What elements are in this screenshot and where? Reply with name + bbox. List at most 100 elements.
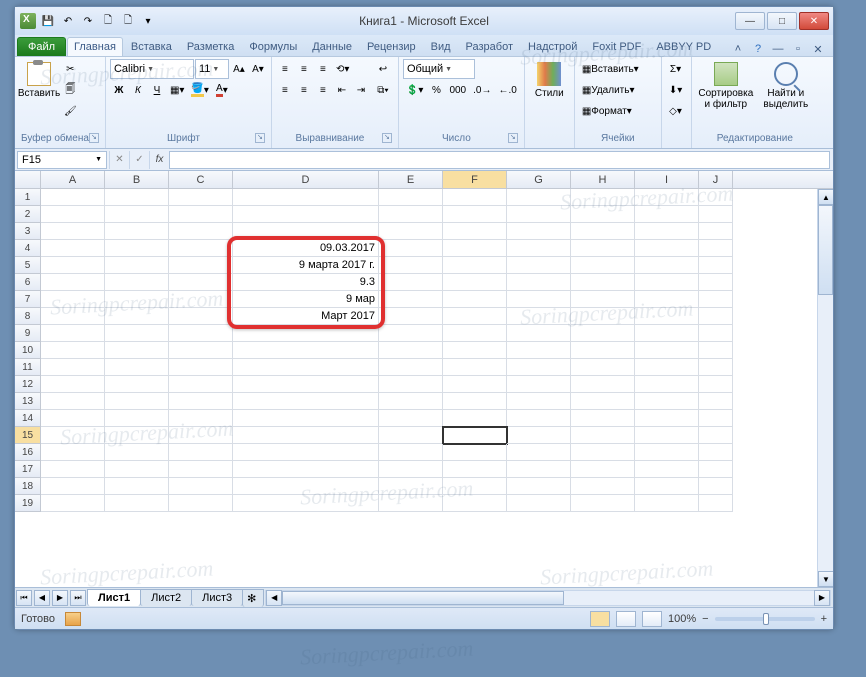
- cell-J14[interactable]: [699, 410, 733, 427]
- cell-H9[interactable]: [571, 325, 635, 342]
- tab-layout[interactable]: Разметка: [180, 37, 242, 56]
- cell-J2[interactable]: [699, 206, 733, 223]
- cell-B14[interactable]: [105, 410, 169, 427]
- cell-E7[interactable]: [379, 291, 443, 308]
- cell-I4[interactable]: [635, 240, 699, 257]
- currency-button[interactable]: 💲▾: [403, 80, 426, 100]
- row-header-11[interactable]: 11: [15, 359, 41, 376]
- cell-I7[interactable]: [635, 291, 699, 308]
- cell-I13[interactable]: [635, 393, 699, 410]
- qat-dropdown-icon[interactable]: ▾: [139, 12, 157, 30]
- close-button[interactable]: ✕: [799, 12, 829, 30]
- column-header-G[interactable]: G: [507, 171, 571, 188]
- cell-H13[interactable]: [571, 393, 635, 410]
- cell-F9[interactable]: [443, 325, 507, 342]
- wrap-text-button[interactable]: ↩: [372, 59, 394, 79]
- cell-G10[interactable]: [507, 342, 571, 359]
- comma-button[interactable]: 000: [446, 80, 469, 100]
- cell-E16[interactable]: [379, 444, 443, 461]
- view-page-layout-button[interactable]: [616, 611, 636, 627]
- cell-B13[interactable]: [105, 393, 169, 410]
- cell-G6[interactable]: [507, 274, 571, 291]
- cell-H14[interactable]: [571, 410, 635, 427]
- fill-color-button[interactable]: 🪣▾: [188, 80, 211, 100]
- horizontal-scrollbar[interactable]: ◀ ▶: [265, 590, 831, 606]
- cell-D18[interactable]: [233, 478, 379, 495]
- cell-C11[interactable]: [169, 359, 233, 376]
- row-header-16[interactable]: 16: [15, 444, 41, 461]
- cell-B2[interactable]: [105, 206, 169, 223]
- number-format-combo[interactable]: Общий▼: [403, 59, 475, 79]
- cell-H17[interactable]: [571, 461, 635, 478]
- cell-F7[interactable]: [443, 291, 507, 308]
- row-header-10[interactable]: 10: [15, 342, 41, 359]
- cell-J1[interactable]: [699, 189, 733, 206]
- cell-H7[interactable]: [571, 291, 635, 308]
- cell-I19[interactable]: [635, 495, 699, 512]
- sheet-last-button[interactable]: ⏭: [70, 590, 86, 606]
- maximize-button[interactable]: □: [767, 12, 797, 30]
- cell-D19[interactable]: [233, 495, 379, 512]
- cell-E11[interactable]: [379, 359, 443, 376]
- zoom-thumb[interactable]: [763, 613, 769, 625]
- cell-D17[interactable]: [233, 461, 379, 478]
- column-header-H[interactable]: H: [571, 171, 635, 188]
- dec-decimal-button[interactable]: ←.0: [495, 80, 519, 100]
- cell-I2[interactable]: [635, 206, 699, 223]
- cell-A8[interactable]: [41, 308, 105, 325]
- row-header-14[interactable]: 14: [15, 410, 41, 427]
- format-cells-button[interactable]: ▦ Формат ▾: [579, 101, 657, 121]
- sheet-tab-3[interactable]: Лист3: [191, 589, 243, 606]
- indent-inc-button[interactable]: ⇥: [352, 80, 370, 100]
- cell-H2[interactable]: [571, 206, 635, 223]
- hscroll-thumb[interactable]: [282, 591, 564, 605]
- cell-G8[interactable]: [507, 308, 571, 325]
- cell-E15[interactable]: [379, 427, 443, 444]
- cell-E14[interactable]: [379, 410, 443, 427]
- cell-E8[interactable]: [379, 308, 443, 325]
- cell-E6[interactable]: [379, 274, 443, 291]
- cell-E9[interactable]: [379, 325, 443, 342]
- cell-I15[interactable]: [635, 427, 699, 444]
- cell-B7[interactable]: [105, 291, 169, 308]
- qat-custom2-icon[interactable]: 🗋: [119, 12, 137, 30]
- sheet-tab-active[interactable]: Лист1: [87, 589, 141, 606]
- cell-F5[interactable]: [443, 257, 507, 274]
- cell-C9[interactable]: [169, 325, 233, 342]
- align-top-button[interactable]: ≡: [276, 59, 294, 79]
- clear-button[interactable]: ◇▾: [666, 101, 685, 121]
- row-header-6[interactable]: 6: [15, 274, 41, 291]
- row-header-7[interactable]: 7: [15, 291, 41, 308]
- cell-E12[interactable]: [379, 376, 443, 393]
- tab-view[interactable]: Вид: [424, 37, 458, 56]
- select-all-corner[interactable]: [15, 171, 41, 188]
- grid-body[interactable]: 123409.03.201759 марта 2017 г.69.379 мар…: [15, 189, 833, 587]
- cell-B4[interactable]: [105, 240, 169, 257]
- fx-icon[interactable]: fx: [149, 151, 169, 169]
- cell-G5[interactable]: [507, 257, 571, 274]
- cell-J4[interactable]: [699, 240, 733, 257]
- cell-D16[interactable]: [233, 444, 379, 461]
- cell-D11[interactable]: [233, 359, 379, 376]
- view-normal-button[interactable]: [590, 611, 610, 627]
- cell-C8[interactable]: [169, 308, 233, 325]
- cell-D8[interactable]: Март 2017: [233, 308, 379, 325]
- cell-J11[interactable]: [699, 359, 733, 376]
- cell-A18[interactable]: [41, 478, 105, 495]
- bold-button[interactable]: Ж: [110, 80, 128, 100]
- cell-B18[interactable]: [105, 478, 169, 495]
- cell-A11[interactable]: [41, 359, 105, 376]
- cell-J13[interactable]: [699, 393, 733, 410]
- cell-F4[interactable]: [443, 240, 507, 257]
- column-header-C[interactable]: C: [169, 171, 233, 188]
- row-header-1[interactable]: 1: [15, 189, 41, 206]
- cell-I9[interactable]: [635, 325, 699, 342]
- sort-filter-button[interactable]: Сортировка и фильтр: [696, 59, 756, 113]
- tab-home[interactable]: Главная: [67, 37, 123, 56]
- formula-input[interactable]: [169, 151, 830, 169]
- align-bottom-button[interactable]: ≡: [314, 59, 332, 79]
- indent-dec-button[interactable]: ⇤: [333, 80, 351, 100]
- column-header-E[interactable]: E: [379, 171, 443, 188]
- cell-E19[interactable]: [379, 495, 443, 512]
- cell-C6[interactable]: [169, 274, 233, 291]
